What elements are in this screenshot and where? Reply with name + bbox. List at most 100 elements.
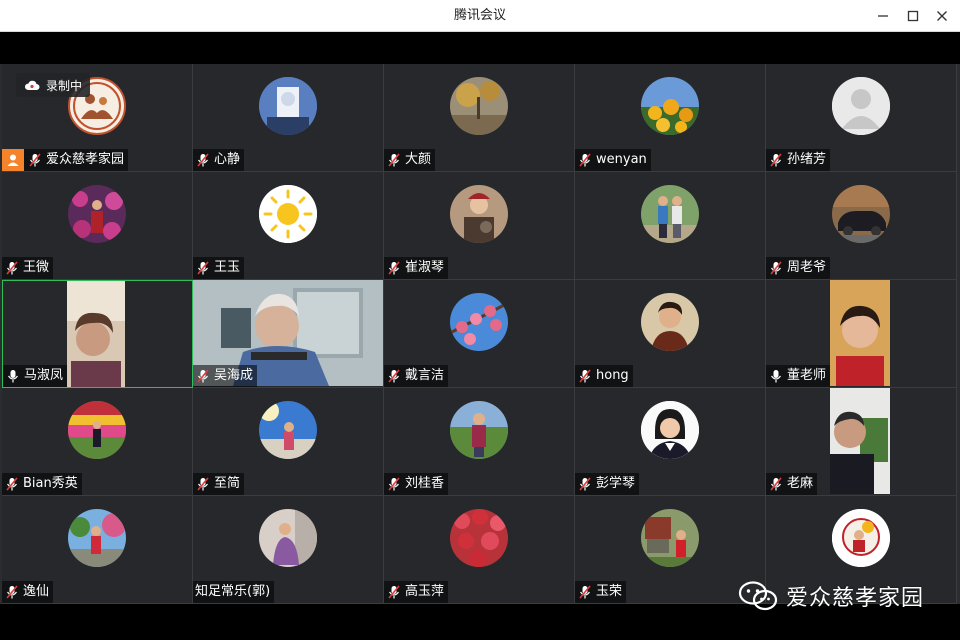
participant-name: 大颜 (405, 152, 432, 167)
user-icon (7, 154, 19, 166)
recording-indicator[interactable]: 录制中 (16, 73, 91, 97)
participant-tile[interactable]: 彭学琴 (575, 388, 766, 496)
participant-nameplate: 老麻 (766, 473, 818, 495)
mic-muted-icon (768, 476, 784, 492)
watermark: 爱众慈孝家园 (738, 576, 924, 616)
participant-grid: 爱众慈孝家园 心静 大颜 wenyan 孙绪芳 王微 王玉 崔淑琴 周老爷 马淑… (2, 64, 957, 604)
participant-tile[interactable]: 王玉 (193, 172, 384, 280)
mic-muted-icon (195, 368, 211, 384)
default-user-icon (832, 77, 890, 135)
avatar (450, 185, 508, 243)
mic-muted-icon (577, 584, 593, 600)
participant-nameplate: 董老师 (766, 365, 831, 387)
avatar (641, 509, 699, 567)
minimize-button[interactable] (872, 5, 894, 27)
mic-muted-icon (386, 152, 402, 168)
participant-name: 吴海成 (214, 368, 254, 383)
mic-muted-icon (768, 152, 784, 168)
top-toolbar-area (0, 32, 960, 64)
participant-nameplate: 戴言洁 (384, 365, 449, 387)
participant-tile[interactable]: 董老师 (766, 280, 957, 388)
participant-tile[interactable]: 大颜 (384, 64, 575, 172)
avatar (641, 293, 699, 351)
participant-name: 董老师 (787, 368, 827, 383)
maximize-icon (907, 10, 919, 22)
participant-tile[interactable]: 吴海成 (193, 280, 384, 388)
participant-tile[interactable]: 逸仙 (2, 496, 193, 604)
avatar (450, 401, 508, 459)
participant-name: 至简 (214, 476, 241, 491)
participant-tile[interactable]: 知足常乐(郭) (193, 496, 384, 604)
participant-nameplate: Bian秀英 (2, 473, 82, 495)
participant-nameplate: 爱众慈孝家园 (2, 149, 129, 171)
participant-name: Bian秀英 (23, 476, 78, 491)
participant-tile[interactable]: wenyan (575, 64, 766, 172)
participant-name: 彭学琴 (596, 476, 636, 491)
participant-name: 马淑凤 (24, 368, 64, 383)
participant-name: 刘桂香 (405, 476, 445, 491)
avatar (641, 77, 699, 135)
mic-muted-icon (386, 584, 402, 600)
mic-icon (768, 368, 784, 384)
avatar (641, 401, 699, 459)
participant-nameplate: 玉荣 (575, 581, 627, 603)
participant-tile[interactable]: 老麻 (766, 388, 957, 496)
close-icon (937, 11, 947, 21)
participant-name: 爱众慈孝家园 (46, 152, 125, 167)
participant-name: 逸仙 (23, 584, 50, 599)
participant-tile[interactable]: 刘桂香 (384, 388, 575, 496)
participant-tile[interactable]: 周老爷 (766, 172, 957, 280)
mic-muted-icon (768, 260, 784, 276)
participant-name: hong (596, 368, 629, 383)
window-titlebar: 腾讯会议 (0, 0, 960, 32)
close-button[interactable] (931, 5, 953, 27)
avatar (68, 401, 126, 459)
participant-tile[interactable]: Bian秀英 (2, 388, 193, 496)
maximize-button[interactable] (902, 5, 924, 27)
participant-name: 老麻 (787, 476, 814, 491)
participant-nameplate: 逸仙 (2, 581, 54, 603)
mic-muted-icon (386, 260, 402, 276)
participant-nameplate: 大颜 (384, 149, 436, 171)
mic-muted-icon (386, 368, 402, 384)
participant-nameplate: wenyan (575, 149, 651, 171)
participant-name: wenyan (596, 152, 647, 167)
participant-tile[interactable]: 高玉萍 (384, 496, 575, 604)
participant-nameplate: 王玉 (193, 257, 245, 279)
participant-video (67, 281, 125, 387)
participant-tile[interactable]: 王微 (2, 172, 193, 280)
avatar (259, 509, 317, 567)
participant-name: 知足常乐(郭) (195, 584, 271, 599)
avatar (68, 509, 126, 567)
mic-icon (5, 368, 21, 384)
participant-nameplate: 彭学琴 (575, 473, 640, 495)
participant-name: 王玉 (214, 260, 241, 275)
avatar (259, 401, 317, 459)
wechat-icon (738, 581, 778, 611)
participant-video (830, 388, 890, 494)
watermark-text: 爱众慈孝家园 (786, 586, 925, 611)
mic-muted-icon (577, 476, 593, 492)
participant-nameplate: 至简 (193, 473, 245, 495)
participant-tile[interactable]: 戴言洁 (384, 280, 575, 388)
participant-tile[interactable]: 心静 (193, 64, 384, 172)
participant-tile[interactable]: hong (575, 280, 766, 388)
participant-nameplate: 崔淑琴 (384, 257, 449, 279)
mic-muted-icon (577, 152, 593, 168)
mic-muted-icon (27, 152, 43, 168)
mic-muted-icon (195, 152, 211, 168)
window-title: 腾讯会议 (453, 8, 506, 23)
participant-name: 玉荣 (596, 584, 623, 599)
mic-muted-icon (4, 260, 20, 276)
mic-muted-icon (4, 584, 20, 600)
participant-tile-speaking[interactable]: 马淑凤 (2, 280, 193, 388)
participant-tile[interactable] (575, 172, 766, 280)
host-badge (2, 149, 24, 171)
participant-name: 高玉萍 (405, 584, 445, 599)
participant-name: 戴言洁 (405, 368, 445, 383)
participant-tile[interactable]: 孙绪芳 (766, 64, 957, 172)
participant-tile[interactable]: 崔淑琴 (384, 172, 575, 280)
mic-muted-icon (195, 260, 211, 276)
participant-tile[interactable]: 至简 (193, 388, 384, 496)
mic-muted-icon (386, 476, 402, 492)
